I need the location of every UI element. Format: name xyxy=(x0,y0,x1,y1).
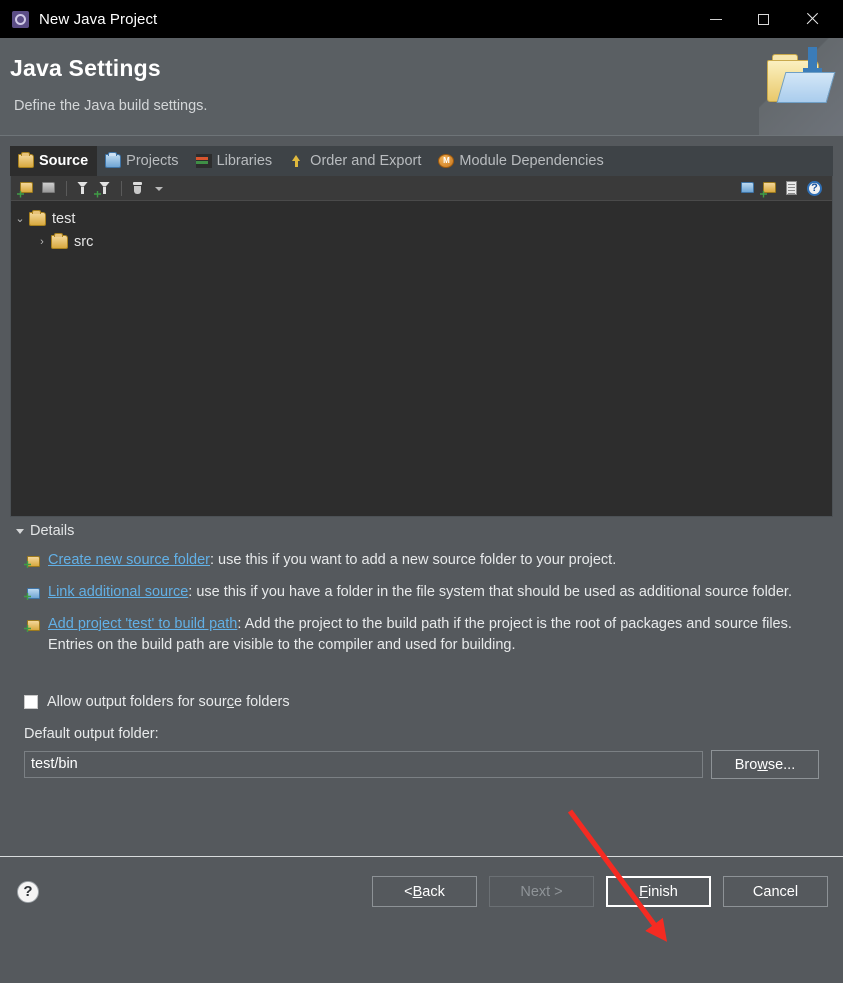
detail-add-project-to-build-path: Add project 'test' to build path: Add th… xyxy=(10,614,833,656)
libraries-books-icon xyxy=(195,154,212,168)
minimize-icon xyxy=(710,18,722,20)
dialog-header-banner: Java Settings Define the Java build sett… xyxy=(0,38,843,136)
finish-mnemonic: F xyxy=(639,883,649,900)
tab-module-dependencies[interactable]: M Module Dependencies xyxy=(430,146,612,176)
source-folder-icon xyxy=(18,152,34,168)
link-add-project-to-build-path[interactable]: Add project 'test' to build path xyxy=(48,616,237,632)
link-link-additional-source[interactable]: Link additional source xyxy=(48,584,188,600)
link-additional-source-icon xyxy=(24,585,41,600)
module-dependencies-icon: M xyxy=(438,154,455,168)
default-output-folder-row: test/bin Bro w se... xyxy=(10,750,833,779)
tab-order-and-export[interactable]: Order and Export xyxy=(281,146,430,176)
detail-create-new-source-folder: Create new source folder: use this if yo… xyxy=(10,550,833,571)
maximize-icon xyxy=(757,13,769,25)
tree-item-src-label: src xyxy=(74,233,94,250)
help-icon[interactable]: ? xyxy=(804,179,824,198)
project-source-folder-icon xyxy=(29,209,46,226)
window-title: New Java Project xyxy=(39,10,158,28)
close-icon xyxy=(805,12,819,26)
toolbar-separator xyxy=(66,180,67,196)
order-export-arrows-icon xyxy=(289,154,305,168)
tab-libraries[interactable]: Libraries xyxy=(188,146,282,176)
tree-item-src[interactable]: › src xyxy=(11,230,832,253)
help-button[interactable]: ? xyxy=(17,880,39,903)
add-folder-icon[interactable] xyxy=(17,179,37,198)
create-new-source-folder-icon xyxy=(24,553,41,568)
tab-module-dependencies-label: Module Dependencies xyxy=(459,153,604,169)
details-section: Details Create new source folder: use th… xyxy=(10,523,833,656)
source-folder-icon xyxy=(51,232,68,249)
allow-label-mnemonic: c xyxy=(226,694,234,710)
browse-post: se... xyxy=(767,756,796,773)
add-project-to-build-path-icon xyxy=(24,617,41,632)
tab-libraries-label: Libraries xyxy=(216,153,273,169)
finish-post: inish xyxy=(648,883,678,900)
maximize-button[interactable] xyxy=(740,0,786,38)
remove-document-icon[interactable] xyxy=(782,179,802,198)
source-folders-tree[interactable]: ⌄ test › src xyxy=(11,201,832,516)
browse-button[interactable]: Bro w se... xyxy=(711,750,819,779)
browse-pre: Bro xyxy=(734,756,758,773)
dialog-footer: ? < Back Next > Finish Cancel xyxy=(0,857,843,926)
next-button: Next > xyxy=(489,876,594,907)
back-button[interactable]: < Back xyxy=(372,876,477,907)
tree-toolbar: ? xyxy=(11,176,832,201)
link-additional-source-button[interactable] xyxy=(738,179,758,198)
allow-output-folders-checkbox[interactable] xyxy=(24,695,38,709)
back-mnemonic: B xyxy=(412,883,423,900)
detail-link-additional-source: Link additional source: use this if you … xyxy=(10,582,833,603)
tree-item-test-label: test xyxy=(52,210,76,227)
link-create-new-source-folder[interactable]: Create new source folder xyxy=(48,552,210,568)
browse-mnemonic: w xyxy=(757,756,768,773)
cancel-button[interactable]: Cancel xyxy=(723,876,828,907)
chevron-down-icon[interactable] xyxy=(149,179,169,198)
jar-icon[interactable] xyxy=(127,179,147,198)
chevron-down-icon[interactable] xyxy=(16,528,24,534)
projects-folder-icon xyxy=(105,152,122,168)
tree-expander-test[interactable]: ⌄ xyxy=(11,212,29,225)
page-title: Java Settings xyxy=(10,55,161,81)
tab-source[interactable]: Source xyxy=(10,146,98,176)
back-post: ack xyxy=(422,883,445,900)
minimize-button[interactable] xyxy=(693,0,739,38)
back-pre: < xyxy=(404,883,413,900)
filter-add-icon[interactable] xyxy=(94,179,114,198)
detail-text-0: : use this if you want to add a new sour… xyxy=(210,552,617,568)
tab-projects-label: Projects xyxy=(126,153,179,169)
tab-order-and-export-label: Order and Export xyxy=(310,153,422,169)
source-folders-panel: ? ⌄ test › src xyxy=(10,176,833,517)
toolbar-separator-2 xyxy=(121,180,122,196)
java-project-icon xyxy=(12,10,29,28)
tab-projects[interactable]: Projects xyxy=(97,146,187,176)
details-header-label: Details xyxy=(30,523,75,539)
tab-bar: Source Projects Libraries Order and Expo… xyxy=(10,146,833,176)
allow-label-pre: Allow output folders for sour xyxy=(47,694,227,710)
folder-with-import-arrow-icon xyxy=(759,38,843,135)
default-output-folder-label: Default output folder: xyxy=(24,726,159,742)
allow-label-post: e folders xyxy=(233,694,290,710)
dialog-body: Source Projects Libraries Order and Expo… xyxy=(0,136,843,926)
detail-text-1: : use this if you have a folder in the f… xyxy=(188,584,792,600)
allow-output-folders-row[interactable]: Allow output folders for source folders xyxy=(10,694,833,710)
close-button[interactable] xyxy=(789,0,835,38)
tree-item-test[interactable]: ⌄ test xyxy=(11,207,832,230)
create-new-source-folder-button[interactable] xyxy=(760,179,780,198)
default-output-folder-input[interactable]: test/bin xyxy=(24,751,703,778)
finish-button[interactable]: Finish xyxy=(606,876,711,907)
filter-icon[interactable] xyxy=(72,179,92,198)
window-titlebar: New Java Project xyxy=(0,0,843,38)
tree-expander-src[interactable]: › xyxy=(33,236,51,248)
details-header[interactable]: Details xyxy=(10,523,833,539)
link-folder-icon[interactable] xyxy=(39,179,59,198)
page-subtitle: Define the Java build settings. xyxy=(14,98,208,114)
tab-source-label: Source xyxy=(39,153,89,169)
allow-output-folders-label: Allow output folders for source folders xyxy=(47,694,290,710)
